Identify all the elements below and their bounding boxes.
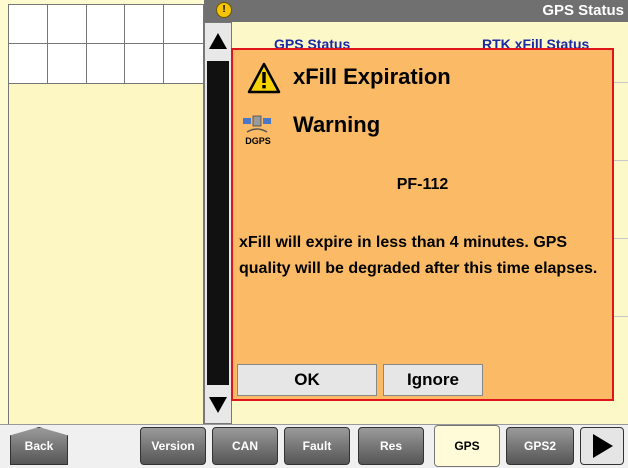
gps-icon-label: DGPS bbox=[245, 136, 271, 146]
tab-gps[interactable]: GPS bbox=[434, 425, 500, 467]
grid-cell bbox=[47, 5, 87, 44]
back-button[interactable]: Back bbox=[10, 427, 68, 465]
page-title: GPS Status bbox=[542, 2, 624, 19]
grid-cell bbox=[125, 5, 165, 44]
grid-cell bbox=[86, 5, 126, 44]
tab-version[interactable]: Version bbox=[140, 427, 206, 465]
status-indicator-icon: ! bbox=[216, 2, 232, 18]
grid-cell bbox=[9, 44, 48, 83]
bottom-nav-bar: Back Version CAN Fault Res GPS GPS2 bbox=[0, 424, 628, 468]
scroll-down-button[interactable] bbox=[205, 385, 231, 423]
dialog-subtitle: Warning bbox=[293, 112, 381, 137]
warning-dialog: xFill Expiration DGPS Warning PF-112 xFi… bbox=[231, 48, 614, 401]
top-left-grid bbox=[8, 4, 204, 84]
next-page-button[interactable] bbox=[580, 427, 624, 465]
grid-cell bbox=[125, 44, 165, 83]
scroll-up-icon bbox=[209, 33, 227, 49]
left-pane bbox=[8, 84, 204, 424]
tab-gps2[interactable]: GPS2 bbox=[506, 427, 574, 465]
grid-cell bbox=[48, 44, 87, 83]
grid-cell bbox=[9, 5, 48, 44]
scrollbar[interactable] bbox=[204, 22, 232, 424]
header-bar: ! GPS Status bbox=[204, 0, 628, 22]
scroll-track[interactable] bbox=[207, 61, 229, 385]
dialog-title: xFill Expiration bbox=[293, 64, 451, 89]
gps-satellite-icon bbox=[243, 115, 271, 133]
scroll-down-icon bbox=[209, 397, 227, 413]
ignore-button[interactable]: Ignore bbox=[383, 364, 483, 396]
tab-can[interactable]: CAN bbox=[212, 427, 278, 465]
dialog-message: xFill will expire in less than 4 minutes… bbox=[239, 234, 598, 277]
warning-icon bbox=[247, 62, 281, 94]
tab-res[interactable]: Res bbox=[358, 427, 424, 465]
grid-cell bbox=[164, 5, 203, 44]
grid-cell bbox=[164, 44, 203, 83]
next-page-icon bbox=[593, 434, 613, 458]
ok-button[interactable]: OK bbox=[237, 364, 377, 396]
grid-cell bbox=[87, 44, 126, 83]
fault-code: PF-112 bbox=[396, 176, 449, 193]
tab-fault[interactable]: Fault bbox=[284, 427, 350, 465]
scroll-up-button[interactable] bbox=[205, 23, 231, 61]
